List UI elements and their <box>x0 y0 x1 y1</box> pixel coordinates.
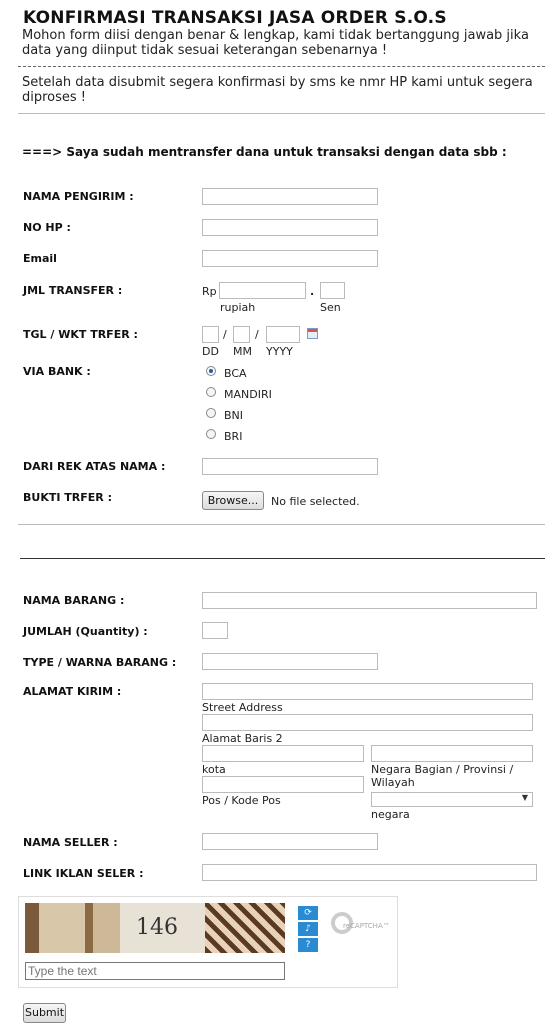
form-description: Mohon form diisi dengan benar & lengkap,… <box>22 28 529 58</box>
dari-rek-input[interactable] <box>202 458 378 475</box>
street-address-input[interactable] <box>202 683 533 700</box>
chevron-down-icon: ▼ <box>521 793 528 802</box>
pos-input[interactable] <box>202 776 364 793</box>
bank-option-label: BCA <box>224 367 247 380</box>
radio-mandiri[interactable] <box>206 387 216 397</box>
sen-input[interactable] <box>320 282 345 299</box>
page-title: KONFIRMASI TRANSAKSI JASA ORDER S.O.S <box>23 8 447 28</box>
jumlah-label: JUMLAH (Quantity) : <box>23 625 148 638</box>
alamat-baris-2-caption: Alamat Baris 2 <box>202 732 283 745</box>
kota-input[interactable] <box>202 745 364 762</box>
submit-note: Setelah data disubmit segera konfirmasi … <box>22 75 533 105</box>
nama-barang-label: NAMA BARANG : <box>23 594 125 607</box>
browse-button[interactable]: Browse... <box>202 491 264 510</box>
bank-option-label: MANDIRI <box>224 388 272 401</box>
captcha-response-input[interactable] <box>25 962 285 980</box>
link-iklan-label: LINK IKLAN SELER : <box>23 867 144 880</box>
date-separator: / <box>223 328 227 341</box>
alamat-kirim-label: ALAMAT KIRIM : <box>23 685 122 698</box>
bukti-transfer-label: BUKTI TRFER : <box>23 491 112 504</box>
nama-pengirim-input[interactable] <box>202 188 378 205</box>
divider <box>18 66 545 67</box>
yyyy-caption: YYYY <box>266 345 293 358</box>
negara-caption: negara <box>371 808 410 821</box>
calendar-icon[interactable] <box>307 328 318 339</box>
captcha-number: 146 <box>136 915 178 940</box>
help-icon[interactable]: ? <box>298 938 318 952</box>
link-iklan-input[interactable] <box>202 864 537 881</box>
divider <box>18 524 545 525</box>
rp-label: Rp <box>202 285 217 298</box>
kota-caption: kota <box>202 763 226 776</box>
provinsi-input[interactable] <box>371 745 533 762</box>
email-input[interactable] <box>202 250 378 267</box>
mm-caption: MM <box>233 345 252 358</box>
divider <box>18 113 545 114</box>
type-warna-input[interactable] <box>202 653 378 670</box>
radio-bni[interactable] <box>206 408 216 418</box>
email-label: Email <box>23 252 57 265</box>
bank-option-label: BNI <box>224 409 244 422</box>
decimal-separator: . <box>310 285 315 298</box>
nama-barang-input[interactable] <box>202 592 537 609</box>
radio-bri[interactable] <box>206 429 216 439</box>
sen-caption: Sen <box>320 301 341 314</box>
nama-seller-input[interactable] <box>202 833 378 850</box>
dd-caption: DD <box>202 345 219 358</box>
via-bank-label: VIA BANK : <box>23 365 91 378</box>
date-separator: / <box>255 328 259 341</box>
bank-option-label: BRI <box>224 430 243 443</box>
no-hp-input[interactable] <box>202 219 378 236</box>
pos-caption: Pos / Kode Pos <box>202 794 281 807</box>
rupiah-input[interactable] <box>219 282 306 299</box>
type-warna-label: TYPE / WARNA BARANG : <box>23 656 177 669</box>
no-hp-label: NO HP : <box>23 221 71 234</box>
section-heading: ===> Saya sudah mentransfer dana untuk t… <box>22 145 507 159</box>
refresh-icon[interactable]: ⟳ <box>298 906 318 920</box>
recaptcha-brand: reCAPTCHA™ <box>343 922 390 930</box>
dari-rek-label: DARI REK ATAS NAMA : <box>23 460 166 473</box>
radio-bca[interactable] <box>206 366 216 376</box>
captcha-image: 146 <box>25 903 285 953</box>
audio-icon[interactable]: ♪ <box>298 922 318 936</box>
day-input[interactable] <box>202 326 219 343</box>
divider <box>20 558 545 559</box>
month-input[interactable] <box>233 326 250 343</box>
jml-transfer-label: JML TRANSFER : <box>23 284 123 297</box>
rupiah-caption: rupiah <box>220 301 256 314</box>
alamat-baris-2-input[interactable] <box>202 714 533 731</box>
file-status: No file selected. <box>271 495 360 508</box>
negara-select[interactable]: ▼ <box>371 792 533 807</box>
provinsi-caption: Negara Bagian / Provinsi / Wilayah <box>371 763 514 789</box>
tgl-transfer-label: TGL / WKT TRFER : <box>23 328 138 341</box>
street-address-caption: Street Address <box>202 701 283 714</box>
jumlah-input[interactable] <box>202 622 228 639</box>
submit-button[interactable]: Submit <box>23 1003 66 1023</box>
year-input[interactable] <box>266 326 300 343</box>
nama-pengirim-label: NAMA PENGIRIM : <box>23 190 134 203</box>
nama-seller-label: NAMA SELLER : <box>23 836 118 849</box>
